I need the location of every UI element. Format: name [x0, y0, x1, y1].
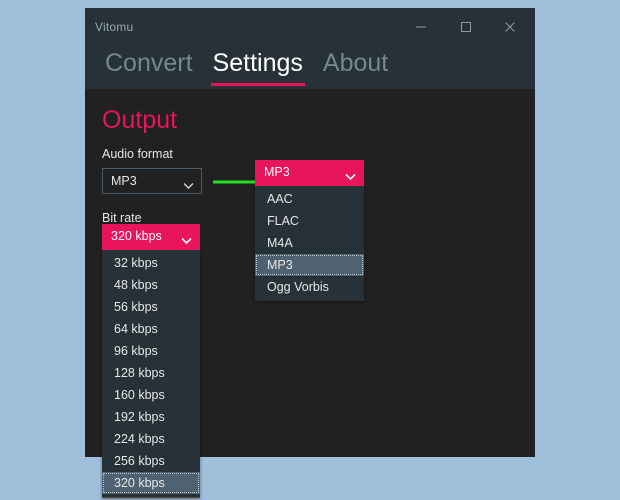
chevron-down-icon: [183, 177, 194, 195]
chevron-down-icon: [345, 168, 356, 186]
list-item[interactable]: FLAC: [255, 210, 364, 232]
bit-rate-dropdown-open[interactable]: 320 kbps 32 kbps 48 kbps 56 kbps 64 kbps…: [102, 224, 200, 498]
chevron-down-icon: [181, 232, 192, 250]
close-button[interactable]: [490, 13, 530, 41]
list-item[interactable]: 192 kbps: [102, 406, 200, 428]
window-title: Vitomu: [95, 20, 134, 34]
list-item[interactable]: 56 kbps: [102, 296, 200, 318]
list-item[interactable]: M4A: [255, 232, 364, 254]
list-item[interactable]: Ogg Vorbis: [255, 276, 364, 298]
list-item[interactable]: 96 kbps: [102, 340, 200, 362]
audio-format-label: Audio format: [102, 147, 173, 161]
tab-settings[interactable]: Settings: [203, 48, 313, 86]
page-title: Output: [102, 106, 178, 134]
list-item[interactable]: 160 kbps: [102, 384, 200, 406]
title-bar: Vitomu Convert Settings About: [85, 8, 535, 89]
minimize-button[interactable]: [401, 13, 441, 41]
list-item[interactable]: 256 kbps: [102, 450, 200, 472]
tab-bar: Convert Settings About: [95, 48, 398, 86]
list-item-selected[interactable]: 320 kbps: [102, 472, 200, 494]
minimize-icon: [415, 21, 427, 33]
list-item[interactable]: 128 kbps: [102, 362, 200, 384]
maximize-icon: [460, 21, 472, 33]
list-item[interactable]: 224 kbps: [102, 428, 200, 450]
audio-format-dropdown-header[interactable]: MP3: [255, 160, 364, 186]
bit-rate-dropdown-header[interactable]: 320 kbps: [102, 224, 200, 250]
bit-rate-option-list: 32 kbps 48 kbps 56 kbps 64 kbps 96 kbps …: [102, 250, 200, 498]
audio-format-dropdown-open[interactable]: MP3 AAC FLAC M4A MP3 Ogg Vorbis: [255, 160, 364, 301]
list-item[interactable]: AAC: [255, 188, 364, 210]
close-icon: [504, 21, 516, 33]
bit-rate-selected-value: 320 kbps: [111, 229, 162, 243]
list-item[interactable]: 32 kbps: [102, 252, 200, 274]
audio-format-option-list: AAC FLAC M4A MP3 Ogg Vorbis: [255, 186, 364, 301]
tab-convert[interactable]: Convert: [95, 48, 203, 86]
tab-about[interactable]: About: [313, 48, 398, 86]
audio-format-value: MP3: [111, 174, 137, 188]
audio-format-combobox[interactable]: MP3: [102, 168, 202, 194]
maximize-button[interactable]: [446, 13, 486, 41]
list-item[interactable]: 64 kbps: [102, 318, 200, 340]
list-item-selected[interactable]: MP3: [255, 254, 364, 276]
audio-format-selected-value: MP3: [264, 165, 290, 179]
list-item[interactable]: 48 kbps: [102, 274, 200, 296]
